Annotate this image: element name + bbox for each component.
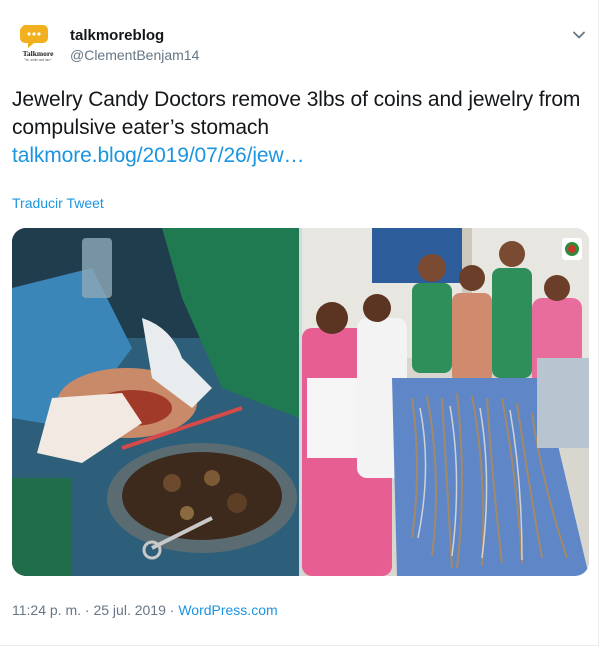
avatar-subtext: Talk, smile and laugh: [23, 58, 53, 62]
tweet-date[interactable]: 25 jul. 2019: [93, 602, 165, 618]
tweet-text: Jewelry Candy Doctors remove 3lbs of coi…: [12, 88, 581, 139]
footer-separator: ·: [84, 602, 90, 618]
tweet-body: Jewelry Candy Doctors remove 3lbs of coi…: [12, 86, 592, 170]
avatar[interactable]: Talkmore Talk, smile and laugh: [16, 20, 60, 64]
tweet-card: Talkmore Talk, smile and laugh talkmoreb…: [0, 0, 599, 646]
surgery-photo[interactable]: [12, 228, 299, 576]
footer-separator-2: ·: [169, 602, 175, 618]
tweet-header: Talkmore Talk, smile and laugh talkmoreb…: [12, 14, 592, 70]
chevron-down-icon[interactable]: [570, 26, 588, 44]
avatar-text: Talkmore: [23, 49, 55, 58]
media-grid: [12, 228, 589, 576]
tweet-link[interactable]: talkmore.blog/2019/07/26/jew…: [12, 142, 592, 170]
tweet-footer: 11:24 p. m. · 25 jul. 2019 · WordPress.c…: [12, 602, 278, 618]
author-names: talkmoreblog @ClementBenjam14: [70, 26, 199, 64]
user-handle[interactable]: @ClementBenjam14: [70, 46, 199, 64]
display-name[interactable]: talkmoreblog: [70, 26, 199, 45]
jewelry-display-photo[interactable]: [302, 228, 589, 576]
translate-tweet-link[interactable]: Traducir Tweet: [12, 195, 104, 211]
talkmore-logo-icon: Talkmore Talk, smile and laugh: [16, 20, 60, 64]
tweet-source-link[interactable]: WordPress.com: [178, 602, 277, 618]
tweet-time[interactable]: 11:24 p. m.: [12, 602, 81, 618]
